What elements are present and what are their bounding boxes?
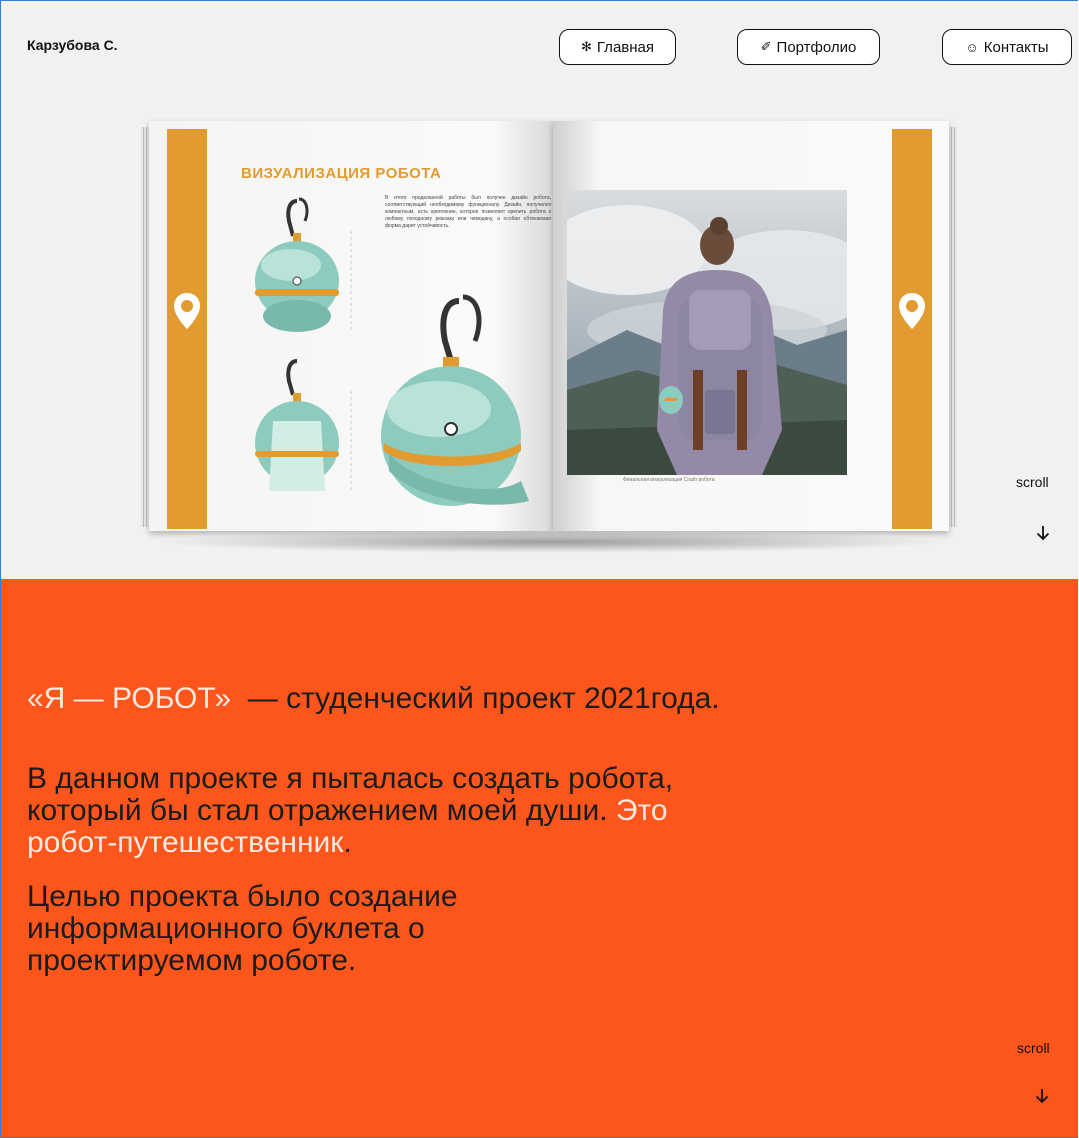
about-description-text: В данном проекте я пыталась создать робо… (27, 762, 674, 827)
pen-icon: ✐ (760, 39, 772, 54)
nav-home-button[interactable]: ✻ Главная (559, 29, 676, 65)
about-title-rest: — студенческий проект 2021года. (231, 682, 720, 715)
booklet-mockup-image: ВИЗУАЛИЗАЦИЯ РОБОТА В итоге проделанной … (141, 113, 961, 553)
booklet-shadow (151, 531, 951, 553)
nav-contacts-button[interactable]: ☺ Контакты (942, 29, 1072, 65)
nav-portfolio-button[interactable]: ✐ Портфолио (737, 29, 880, 65)
photo-caption: Финальная визуализация Crash робота (623, 477, 715, 483)
arrow-down-icon[interactable] (1036, 525, 1050, 541)
traveler-photo (567, 190, 847, 475)
page-frame: Карзубова С. ✻ Главная ✐ Портфолио ☺ Кон… (0, 0, 1078, 1138)
about-goal-paragraph: Целью проекта было создание информационн… (27, 880, 458, 977)
hero-scroll-label[interactable]: scroll (1016, 474, 1049, 490)
nav-contacts-label: Контакты (983, 38, 1049, 56)
about-description-paragraph: В данном проекте я пыталась создать робо… (27, 763, 747, 859)
location-pin-icon (899, 293, 925, 329)
about-title-paragraph: «Я — РОБОТ» — студенческий проект 2021го… (27, 683, 747, 715)
site-brand[interactable]: Карзубова С. (27, 37, 118, 53)
smiley-icon: ☺ (965, 39, 979, 55)
hero-section: Карзубова С. ✻ Главная ✐ Портфолио ☺ Кон… (1, 1, 1078, 579)
nav-portfolio-label: Портфолио (776, 38, 857, 56)
location-pin-icon (174, 293, 200, 329)
nav-home-label: Главная (596, 38, 654, 56)
project-name-highlight: «Я — РОБОТ» (27, 682, 232, 715)
about-description-end: . (343, 826, 352, 859)
about-scroll-label[interactable]: scroll (1017, 1040, 1050, 1056)
booklet-left-page: ВИЗУАЛИЗАЦИЯ РОБОТА В итоге проделанной … (149, 121, 553, 531)
about-section: «Я — РОБОТ» — студенческий проект 2021го… (1, 579, 1078, 1137)
booklet-title: ВИЗУАЛИЗАЦИЯ РОБОТА (241, 165, 442, 182)
snowflake-icon: ✻ (581, 39, 592, 54)
arrow-down-icon[interactable] (1035, 1088, 1049, 1104)
robot-illustrations (255, 197, 529, 506)
